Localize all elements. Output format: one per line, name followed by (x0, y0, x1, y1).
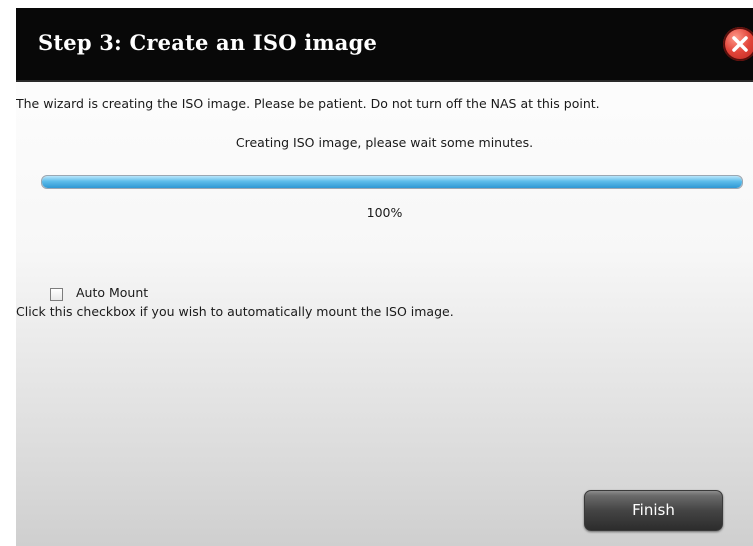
progress-percent-label: 100% (366, 205, 403, 220)
close-icon (732, 36, 748, 52)
status-text: Creating ISO image, please wait some min… (235, 135, 534, 150)
auto-mount-checkbox[interactable] (50, 288, 63, 301)
iso-wizard-dialog: Step 3: Create an ISO image The wizard i… (16, 8, 753, 546)
progress-fill (42, 176, 742, 188)
finish-button[interactable]: Finish (584, 490, 723, 531)
progress-bar (41, 175, 743, 189)
close-button[interactable] (723, 27, 753, 61)
dialog-title: Step 3: Create an ISO image (38, 30, 378, 55)
dialog-titlebar: Step 3: Create an ISO image (16, 8, 753, 82)
intro-text: The wizard is creating the ISO image. Pl… (16, 96, 600, 111)
auto-mount-help-text: Click this checkbox if you wish to autom… (16, 304, 454, 319)
auto-mount-label[interactable]: Auto Mount (76, 285, 148, 300)
